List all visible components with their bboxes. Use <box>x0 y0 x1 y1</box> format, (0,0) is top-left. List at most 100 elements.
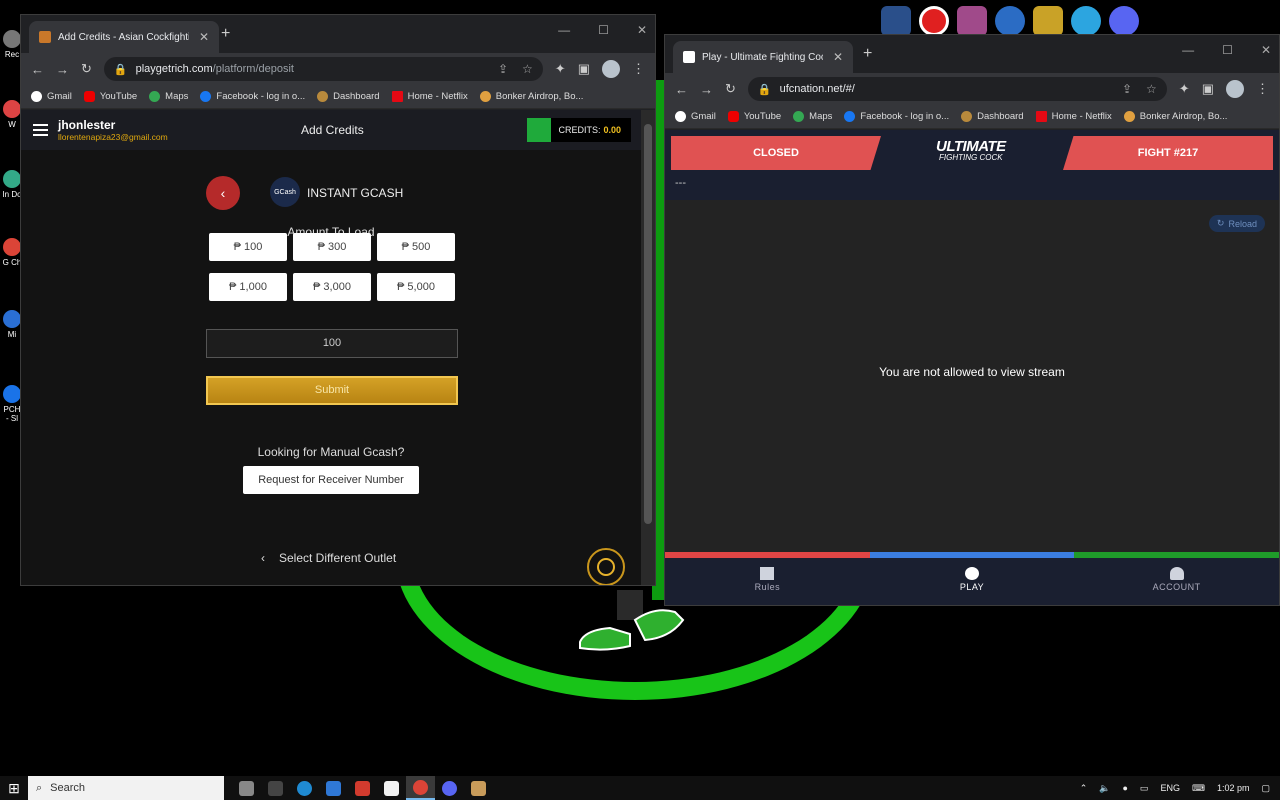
desktop-icon-recycle[interactable]: Rec <box>2 30 22 59</box>
winrar-icon[interactable] <box>953 4 991 38</box>
bookmark-youtube[interactable]: YouTube <box>727 111 781 122</box>
amount-option-300[interactable]: ₱ 300 <box>293 233 371 261</box>
amount-input[interactable]: 100 <box>206 329 458 358</box>
bookmark-maps[interactable]: Maps <box>149 91 188 102</box>
bookmark-dashboard[interactable]: Dashboard <box>961 111 1024 122</box>
share-icon[interactable]: ⇪ <box>1122 82 1132 96</box>
close-window-icon[interactable]: ✕ <box>1261 43 1271 57</box>
menu-icon[interactable]: ⋮ <box>1256 81 1269 97</box>
bookmark-star-icon[interactable]: ☆ <box>522 62 533 76</box>
taskbar-app-dark[interactable] <box>261 776 290 800</box>
maximize-icon[interactable]: ☐ <box>1222 43 1233 57</box>
windows-start-icon[interactable]: ⊞ <box>0 776 28 800</box>
record-icon[interactable] <box>915 4 953 38</box>
address-bar[interactable]: 🔒 ufcnation.net/#/ ⇪ ☆ <box>747 77 1167 101</box>
minimize-icon[interactable]: — <box>1182 43 1194 57</box>
amount-option-5000[interactable]: ₱ 5,000 <box>377 273 455 301</box>
new-tab-icon[interactable]: + <box>863 45 872 63</box>
task-view-icon[interactable] <box>232 776 261 800</box>
sidebar-icon[interactable]: ▣ <box>1202 81 1214 97</box>
chrome-icon[interactable] <box>406 776 435 800</box>
reload-icon[interactable]: ↻ <box>725 81 736 97</box>
sidebar-icon[interactable]: ▣ <box>578 61 590 77</box>
close-window-icon[interactable]: ✕ <box>637 23 647 37</box>
taskbar-app-extra[interactable] <box>464 776 493 800</box>
back-icon[interactable]: ← <box>675 82 688 97</box>
filmora-icon[interactable] <box>877 4 915 38</box>
telegram-icon[interactable] <box>1067 4 1105 38</box>
fight-info: --- <box>675 177 686 189</box>
forward-icon[interactable]: → <box>700 82 713 97</box>
keyboard-icon[interactable]: ⌨ <box>1192 783 1205 794</box>
store-icon[interactable] <box>377 776 406 800</box>
bookmark-dashboard[interactable]: Dashboard <box>317 91 380 102</box>
reload-icon[interactable]: ↻ <box>81 61 92 77</box>
laptop-icon[interactable] <box>1029 4 1067 38</box>
discord-taskbar-icon[interactable] <box>435 776 464 800</box>
bookmark-facebook[interactable]: Facebook - log in o... <box>844 111 949 122</box>
volume-icon[interactable]: 🔈 <box>1099 783 1110 794</box>
back-icon[interactable]: ← <box>31 62 44 77</box>
notification-icon[interactable]: ▢ <box>1261 783 1270 794</box>
bookmark-netflix[interactable]: Home - Netflix <box>1035 111 1112 122</box>
profile-avatar[interactable] <box>1226 80 1244 98</box>
request-receiver-button[interactable]: Request for Receiver Number <box>243 466 419 494</box>
mail-icon[interactable] <box>319 776 348 800</box>
bookmark-star-icon[interactable]: ☆ <box>1146 82 1157 96</box>
new-tab-icon[interactable]: + <box>221 25 230 43</box>
reload-button[interactable]: ↻ Reload <box>1208 215 1265 232</box>
browser-tab[interactable]: Play - Ultimate Fighting Cock ✕ <box>673 41 853 73</box>
bookmark-gmail[interactable]: Gmail <box>31 91 72 102</box>
clock[interactable]: 1:02 pm <box>1217 783 1250 793</box>
wps-icon[interactable] <box>348 776 377 800</box>
amount-option-100[interactable]: ₱ 100 <box>209 233 287 261</box>
nav-play[interactable]: PLAY <box>870 558 1075 600</box>
bookmark-bonker[interactable]: Bonker Airdrop, Bo... <box>479 91 583 102</box>
support-chat-button[interactable] <box>587 548 625 585</box>
nav-account[interactable]: ACCOUNT <box>1074 558 1279 600</box>
bookmark-youtube[interactable]: YouTube <box>83 91 137 102</box>
address-bar[interactable]: 🔒 playgetrich.com/platform/deposit ⇪ ☆ <box>103 57 543 81</box>
minimize-icon[interactable]: — <box>558 23 570 37</box>
share-icon[interactable]: ⇪ <box>498 62 508 76</box>
settings-icon[interactable] <box>991 4 1029 38</box>
betting-status-badge: CLOSED <box>671 136 881 170</box>
page-scrollbar[interactable] <box>641 110 655 585</box>
close-tab-icon[interactable]: ✕ <box>199 30 209 44</box>
forward-icon[interactable]: → <box>56 62 69 77</box>
taskbar-search[interactable]: ⌕ Search <box>28 776 224 800</box>
chevron-up-icon[interactable]: ⌃ <box>1080 783 1088 794</box>
amount-option-500[interactable]: ₱ 500 <box>377 233 455 261</box>
maximize-icon[interactable]: ☐ <box>598 23 609 37</box>
nav-rules[interactable]: Rules <box>665 558 870 600</box>
extensions-icon[interactable]: ✦ <box>555 61 566 77</box>
browser-tab[interactable]: Add Credits - Asian Cockfighting ✕ <box>29 21 219 53</box>
bookmark-netflix[interactable]: Home - Netflix <box>391 91 468 102</box>
language-indicator[interactable]: ENG <box>1160 783 1180 793</box>
profile-avatar[interactable] <box>602 60 620 78</box>
bookmark-maps[interactable]: Maps <box>793 111 832 122</box>
submit-button[interactable]: Submit <box>206 376 458 405</box>
scrollbar-thumb[interactable] <box>644 124 652 524</box>
edge-icon[interactable] <box>290 776 319 800</box>
menu-icon[interactable]: ⋮ <box>632 61 645 77</box>
amount-option-1000[interactable]: ₱ 1,000 <box>209 273 287 301</box>
amount-option-3000[interactable]: ₱ 3,000 <box>293 273 371 301</box>
select-outlet-link[interactable]: ‹ Select Different Outlet <box>261 551 396 565</box>
extensions-icon[interactable]: ✦ <box>1179 81 1190 97</box>
desktop-icon-pch[interactable]: PCH - Sl <box>2 385 22 423</box>
hamburger-menu-icon[interactable] <box>33 124 48 136</box>
bookmark-bonker[interactable]: Bonker Airdrop, Bo... <box>1123 111 1227 122</box>
desktop-icon-in[interactable]: In Do <box>2 170 22 199</box>
desktop-icon-mi[interactable]: Mi <box>2 310 22 339</box>
bookmark-gmail[interactable]: Gmail <box>675 111 716 122</box>
back-button[interactable]: ‹ <box>206 176 240 210</box>
url-path: /platform/deposit <box>212 63 294 75</box>
close-tab-icon[interactable]: ✕ <box>833 50 843 64</box>
desktop-icon-w[interactable]: W <box>2 100 22 129</box>
network-icon[interactable]: ▭ <box>1140 783 1149 794</box>
discord-icon[interactable] <box>1105 4 1143 38</box>
microphone-icon[interactable]: ● <box>1122 783 1127 793</box>
desktop-icon-chrome[interactable]: G Ch <box>2 238 22 267</box>
bookmark-facebook[interactable]: Facebook - log in o... <box>200 91 305 102</box>
